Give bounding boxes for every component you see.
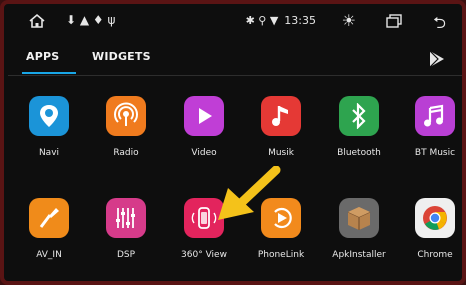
app-navi[interactable]: Navi (14, 96, 84, 176)
launcher-tabs: APPS WIDGETS (8, 42, 462, 74)
app-chrome[interactable]: Chrome (400, 198, 462, 278)
tab-apps[interactable]: APPS (26, 50, 59, 63)
app-radio[interactable]: Radio (91, 96, 161, 176)
app-av-in[interactable]: AV_IN (14, 198, 84, 278)
app-label: PhoneLink (257, 250, 305, 260)
app-apkinstaller[interactable]: ApkInstaller (324, 198, 394, 278)
radio-icon (106, 96, 146, 136)
active-tab-indicator (22, 72, 76, 74)
app-label: Musik (268, 148, 294, 158)
play-store-icon[interactable] (426, 48, 448, 70)
tab-divider (8, 75, 462, 76)
play-icon (184, 96, 224, 136)
clock: 13:35 (284, 14, 316, 27)
system-status: ✱ ⚲ ▼ 13:35 (246, 14, 316, 27)
status-bar: ⬇ ▲ ♦ ψ ✱ ⚲ ▼ 13:35 ☀ ⮌ (8, 8, 462, 34)
app-label: Video (191, 148, 217, 158)
back-icon[interactable]: ⮌ (433, 12, 446, 39)
status-icons: ✱ ⚲ ▼ (245, 14, 279, 27)
app-label: AV_IN (36, 250, 62, 260)
package-icon (339, 198, 379, 238)
app-label: ApkInstaller (332, 250, 386, 260)
chrome-icon (415, 198, 455, 238)
equalizer-icon (106, 198, 146, 238)
app-musik[interactable]: Musik (246, 96, 316, 176)
car-launcher-screen: ⬇ ▲ ♦ ψ ✱ ⚲ ▼ 13:35 ☀ ⮌ APPS WIDGETS Nav… (0, 0, 466, 285)
tab-widgets[interactable]: WIDGETS (92, 50, 151, 63)
app-label: Bluetooth (337, 148, 381, 158)
notification-icons: ⬇ ▲ ♦ ψ (66, 13, 116, 27)
music-icon (415, 96, 455, 136)
bluetooth-icon (339, 96, 379, 136)
map-pin-icon (29, 96, 69, 136)
music-note-icon (261, 96, 301, 136)
app-label: Radio (113, 148, 139, 158)
recent-apps-icon[interactable] (386, 14, 402, 28)
home-icon[interactable] (28, 13, 46, 29)
app-label: Chrome (417, 250, 453, 260)
app-label: 360° View (181, 250, 227, 260)
av-plug-icon (29, 198, 69, 238)
app-dsp[interactable]: DSP (91, 198, 161, 278)
app-label: DSP (116, 250, 136, 260)
app-bt-music[interactable]: BT Music (400, 96, 462, 176)
pointer-arrow-icon (218, 166, 281, 220)
app-label: BT Music (414, 148, 456, 158)
app-label: Navi (38, 148, 60, 158)
app-bluetooth[interactable]: Bluetooth (324, 96, 394, 176)
brightness-icon[interactable]: ☀ (342, 11, 356, 30)
app-video[interactable]: Video (169, 96, 239, 176)
